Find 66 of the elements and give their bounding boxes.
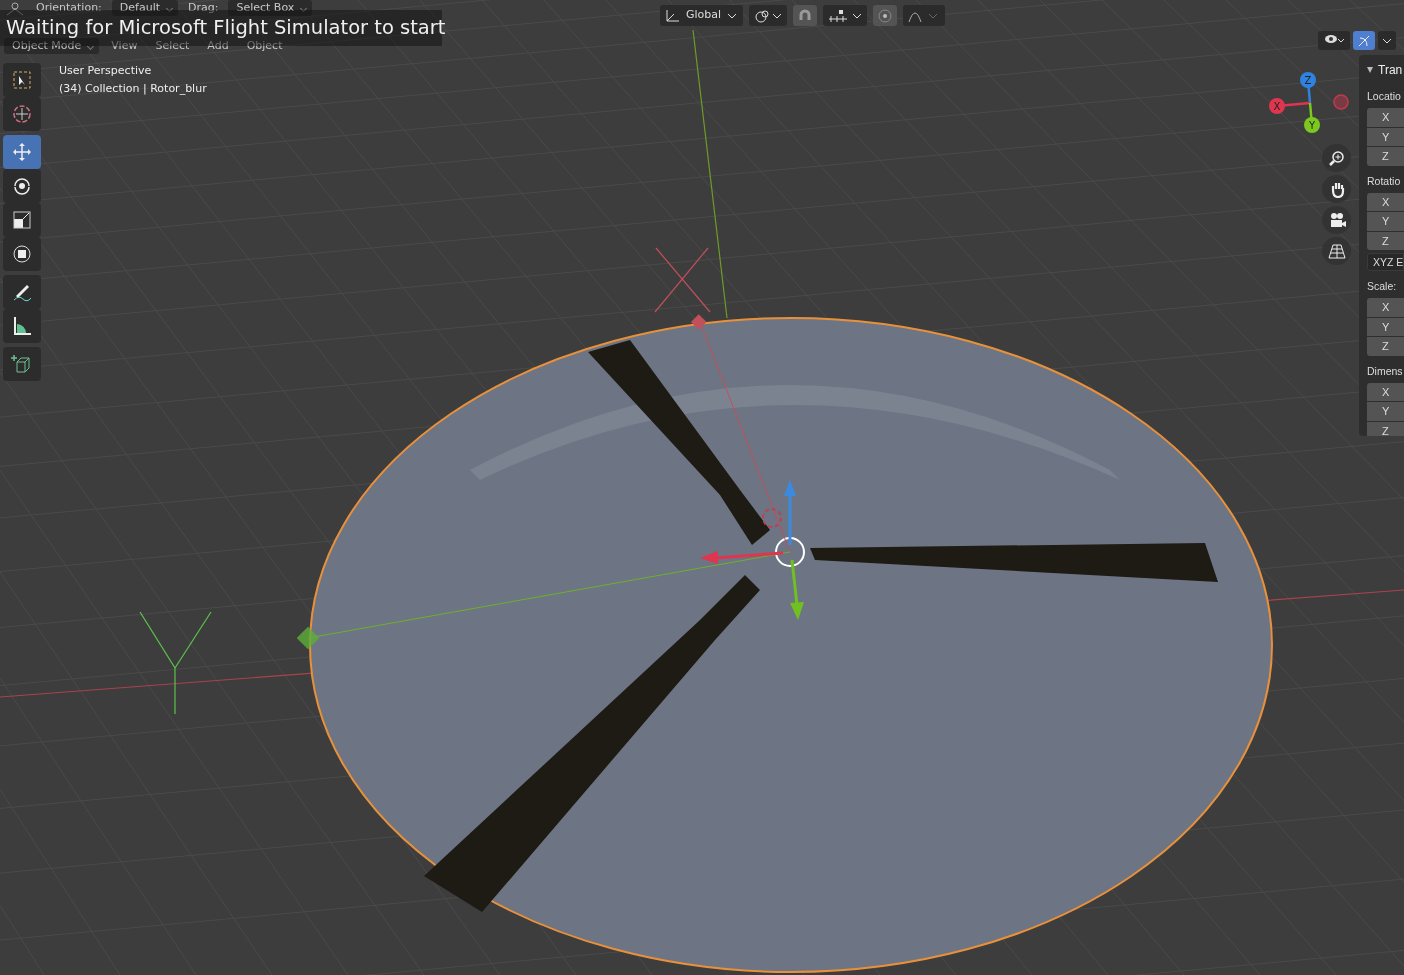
collapse-triangle-icon[interactable]	[1367, 67, 1373, 73]
menu-item[interactable]: Add	[201, 38, 235, 54]
group-label: Locatio	[1367, 89, 1402, 104]
dropdown[interactable]: Select Box	[228, 0, 313, 17]
number-field[interactable]: Y	[1367, 212, 1404, 231]
axes-icon	[664, 7, 682, 24]
falloff-dropdown[interactable]	[903, 5, 946, 26]
camera-view-button[interactable]	[1322, 206, 1351, 234]
scale-icon	[11, 209, 33, 231]
ruler-icon	[11, 315, 33, 337]
number-field[interactable]: X	[1367, 298, 1404, 317]
number-field[interactable]: X	[1367, 108, 1404, 127]
mode-dropdown[interactable]: Object Mode	[4, 38, 100, 54]
number-field[interactable]: Y	[1367, 127, 1404, 146]
tool-button[interactable]	[3, 275, 41, 309]
number-field[interactable]: X	[1367, 382, 1404, 401]
group-label: Rotatio	[1367, 173, 1402, 189]
select-box-icon	[11, 69, 33, 91]
mode-icon[interactable]	[4, 0, 26, 17]
number-field[interactable]: Z	[1367, 337, 1404, 356]
cursor-icon	[11, 103, 33, 125]
tool-button[interactable]	[3, 237, 41, 271]
tool-button[interactable]	[3, 169, 41, 203]
snap-dropdown[interactable]	[823, 5, 868, 26]
grid-icon	[1327, 242, 1346, 260]
number-field[interactable]: X	[1367, 192, 1404, 211]
axis-handle[interactable]: Z	[1300, 72, 1316, 88]
menu-item[interactable]: View	[105, 38, 144, 54]
transform-icon	[11, 243, 33, 265]
rotation-mode-dropdown[interactable]: XYZ E	[1367, 253, 1404, 271]
orientation-dropdown[interactable]: Global	[660, 5, 744, 26]
menu-item[interactable]: Select	[149, 38, 196, 54]
setting-label: Orientation:	[36, 0, 102, 16]
number-field[interactable]: Y	[1367, 317, 1404, 336]
proportional-edit-toggle[interactable]	[873, 5, 898, 26]
number-field[interactable]: Z	[1367, 147, 1404, 166]
setting-label: Drag:	[188, 0, 219, 16]
number-field[interactable]: Y	[1367, 402, 1404, 421]
banner-text: Waiting for Microsoft Flight Simulator to start	[6, 18, 446, 38]
number-field[interactable]: Z	[1367, 421, 1404, 436]
rotate-icon	[11, 175, 33, 197]
gizmo-toggle[interactable]	[1353, 31, 1375, 50]
axis-handle[interactable]: X	[1269, 98, 1285, 114]
tool-button[interactable]	[3, 309, 41, 343]
projection-toggle-button[interactable]	[1322, 237, 1351, 265]
pan-button[interactable]	[1322, 175, 1351, 203]
number-field[interactable]: Z	[1367, 231, 1404, 250]
gizmo-icon	[1357, 33, 1371, 48]
viewport-info-text: (34) Collection | Rotor_blur	[59, 81, 207, 97]
snap-toggle[interactable]	[793, 5, 818, 26]
cube-plus-icon	[11, 353, 33, 375]
zoom-icon	[1327, 149, 1346, 167]
axis-handle[interactable]	[1333, 94, 1349, 110]
zoom-button[interactable]	[1322, 144, 1351, 172]
move-arrows-icon	[11, 141, 33, 163]
group-label: Scale:	[1367, 279, 1398, 294]
axis-handle[interactable]: Y	[1304, 117, 1320, 133]
menu-item[interactable]: Object	[240, 38, 289, 54]
pivot-dropdown[interactable]	[749, 5, 788, 26]
dropdown[interactable]: Default	[111, 0, 178, 17]
panel-title[interactable]: Tran	[1378, 61, 1403, 79]
visibility-dropdown[interactable]	[1318, 31, 1350, 50]
group-label: Dimens	[1367, 363, 1404, 379]
gizmo-options-dropdown[interactable]	[1378, 31, 1396, 50]
viewport-info-text: User Perspective	[59, 63, 153, 79]
empty-x-marker	[654, 247, 711, 313]
